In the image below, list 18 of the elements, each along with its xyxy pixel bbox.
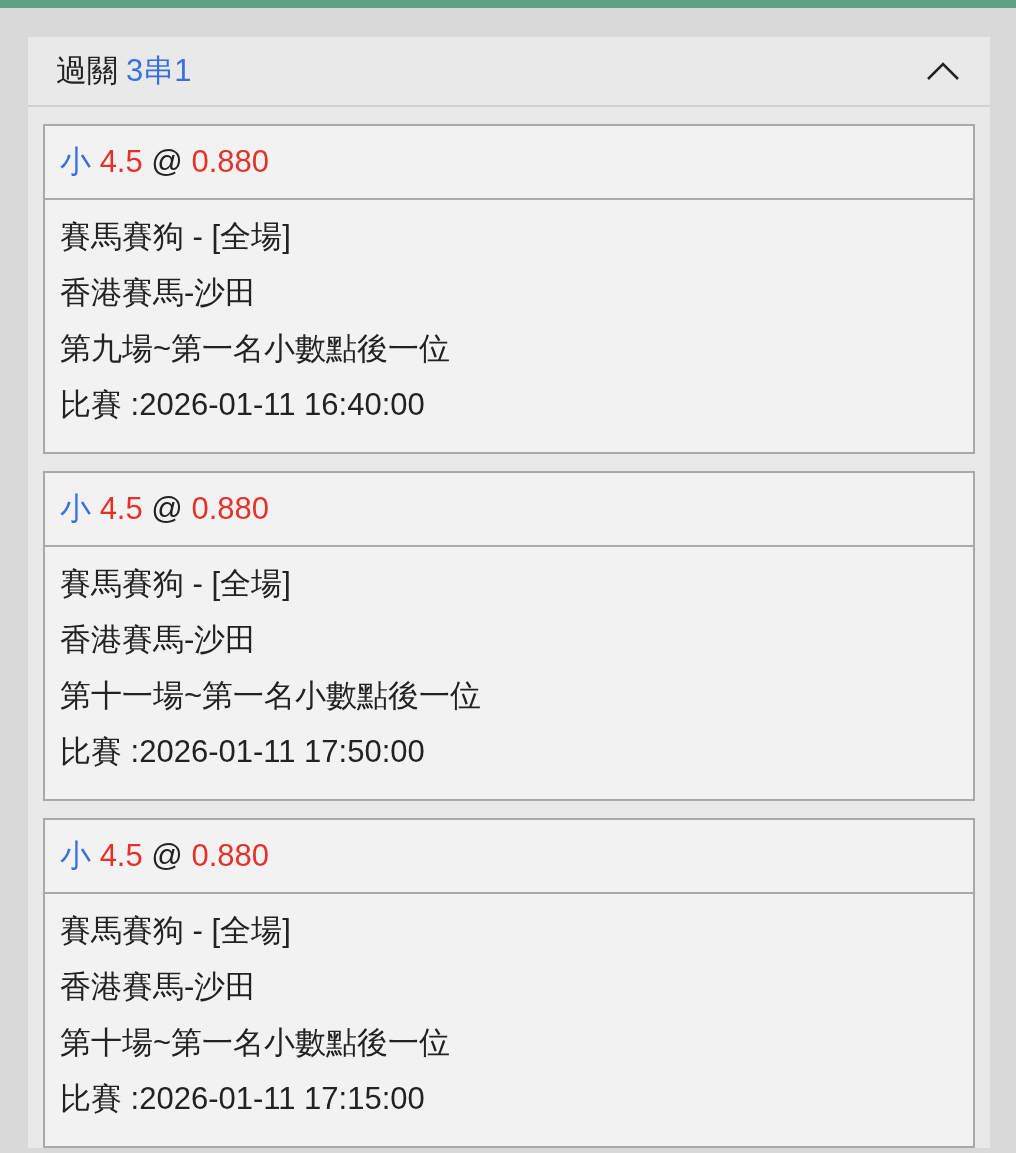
collapse-chevron-icon[interactable] — [926, 61, 960, 81]
panel-header[interactable]: 過關 3串1 — [28, 37, 990, 107]
bet-detail-line: 香港賽馬-沙田 — [60, 274, 258, 312]
bet-selection-odds: 小 4.5 @ 0.880 — [60, 836, 270, 875]
bet-detail-line: 第九場~第一名小數點後一位 — [60, 330, 452, 368]
bet-detail-line: 香港賽馬-沙田 — [60, 621, 258, 659]
bet-detail-line: 賽馬賽狗 - [全場] — [60, 912, 292, 950]
bet-detail-line: 比賽 :2026-01-11 16:40:00 — [60, 386, 426, 424]
panel-title: 過關 3串1 — [56, 51, 192, 90]
bet-selection-odds: 小 4.5 @ 0.880 — [60, 489, 270, 528]
bet-detail-line: 香港賽馬-沙田 — [60, 968, 258, 1006]
bet-detail-line: 賽馬賽狗 - [全場] — [60, 565, 292, 603]
bet-detail-line: 第十場~第一名小數點後一位 — [60, 1024, 452, 1062]
bet-detail-line: 第十一場~第一名小數點後一位 — [60, 677, 483, 715]
bet-detail-line: 比賽 :2026-01-11 17:15:00 — [60, 1080, 426, 1118]
bet-detail-line: 賽馬賽狗 - [全場] — [60, 218, 292, 256]
bet-detail-line: 比賽 :2026-01-11 17:50:00 — [60, 733, 426, 771]
bet-selection-odds: 小 4.5 @ 0.880 — [60, 142, 270, 181]
